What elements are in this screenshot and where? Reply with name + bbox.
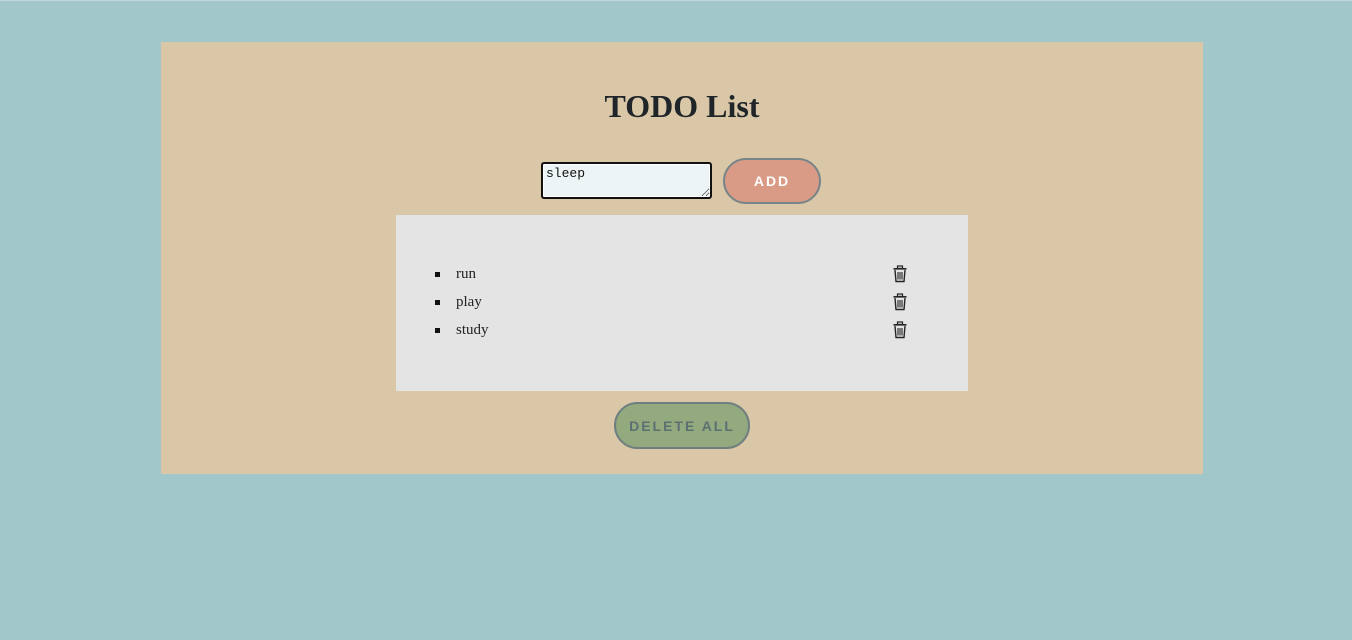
- trash-icon[interactable]: [892, 321, 908, 339]
- page-top-border: [0, 0, 1352, 1]
- delete-all-button[interactable]: DELETE ALL: [614, 402, 750, 449]
- bullet-icon: [435, 272, 440, 277]
- list-item: run: [396, 260, 968, 288]
- bullet-icon: [435, 300, 440, 305]
- list-item: study: [396, 316, 968, 344]
- todo-list: run play study: [396, 260, 968, 344]
- todo-item-label: study: [456, 322, 489, 338]
- todo-item-label: play: [456, 294, 482, 310]
- todo-item-label: run: [456, 266, 476, 282]
- page-title: TODO List: [604, 88, 760, 124]
- add-button[interactable]: ADD: [723, 158, 821, 204]
- trash-icon[interactable]: [892, 293, 908, 311]
- todo-list-panel: run play study: [396, 215, 968, 391]
- trash-icon[interactable]: [892, 265, 908, 283]
- list-item: play: [396, 288, 968, 316]
- bullet-icon: [435, 328, 440, 333]
- task-input[interactable]: [541, 162, 712, 199]
- todo-app-card: TODO List ADD run: [161, 42, 1203, 474]
